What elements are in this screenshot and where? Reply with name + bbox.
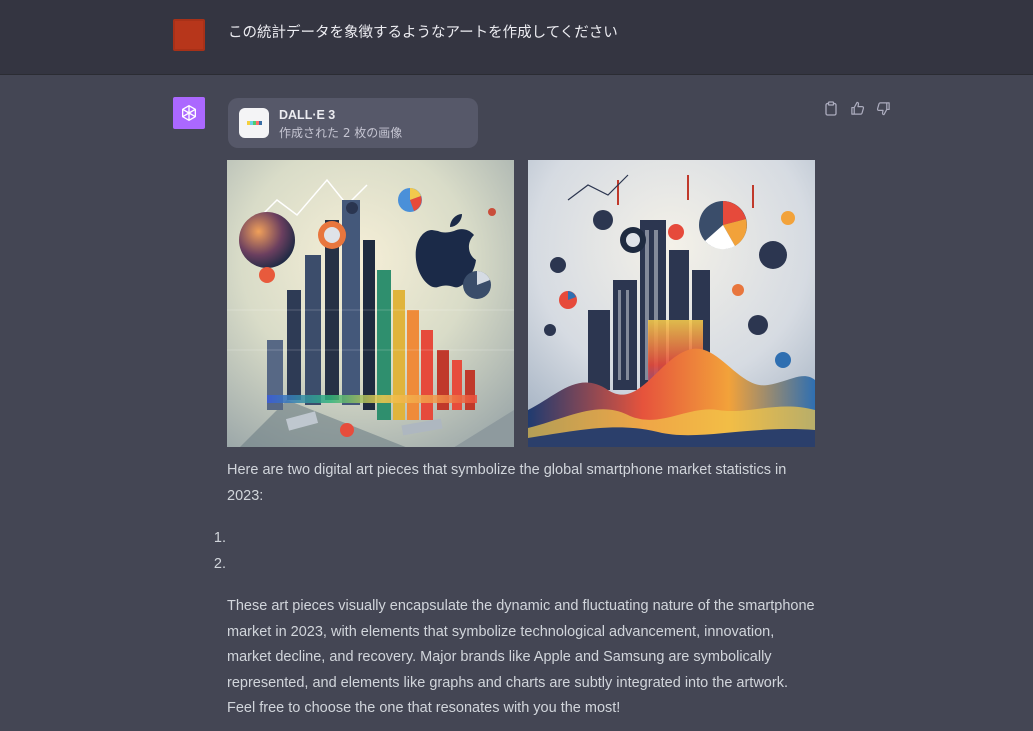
thumbs-up-icon xyxy=(850,101,864,115)
image-list: 1. 2. xyxy=(198,526,226,577)
assistant-body-text: These art pieces visually encapsulate th… xyxy=(227,598,815,716)
user-message-text: この統計データを象徴するようなアートを作成してください xyxy=(228,25,618,41)
generated-image-1[interactable] xyxy=(227,160,514,447)
message-actions xyxy=(823,100,891,116)
thumbs-down-button[interactable] xyxy=(875,100,891,116)
thumbs-down-icon xyxy=(876,101,890,115)
assistant-avatar xyxy=(173,97,205,129)
clipboard-icon xyxy=(825,100,837,116)
list-item: 2. xyxy=(213,555,226,572)
dalle-icon xyxy=(239,108,269,138)
openai-logo-icon xyxy=(182,105,196,122)
dalle-tool-card[interactable]: DALL·E 3 作成された 2 枚の画像 xyxy=(228,98,478,148)
user-avatar xyxy=(173,19,205,51)
list-item: 1. xyxy=(213,530,226,546)
thumbs-up-button[interactable] xyxy=(849,100,865,116)
assistant-intro-text: Here are two digital art pieces that sym… xyxy=(227,462,787,504)
tool-name: DALL·E 3 xyxy=(279,108,336,122)
user-message-row: この統計データを象徴するようなアートを作成してください xyxy=(0,0,1033,75)
generated-image-2[interactable] xyxy=(528,160,815,447)
copy-button[interactable] xyxy=(823,100,839,116)
tool-subtitle: 作成された 2 枚の画像 xyxy=(279,126,403,140)
